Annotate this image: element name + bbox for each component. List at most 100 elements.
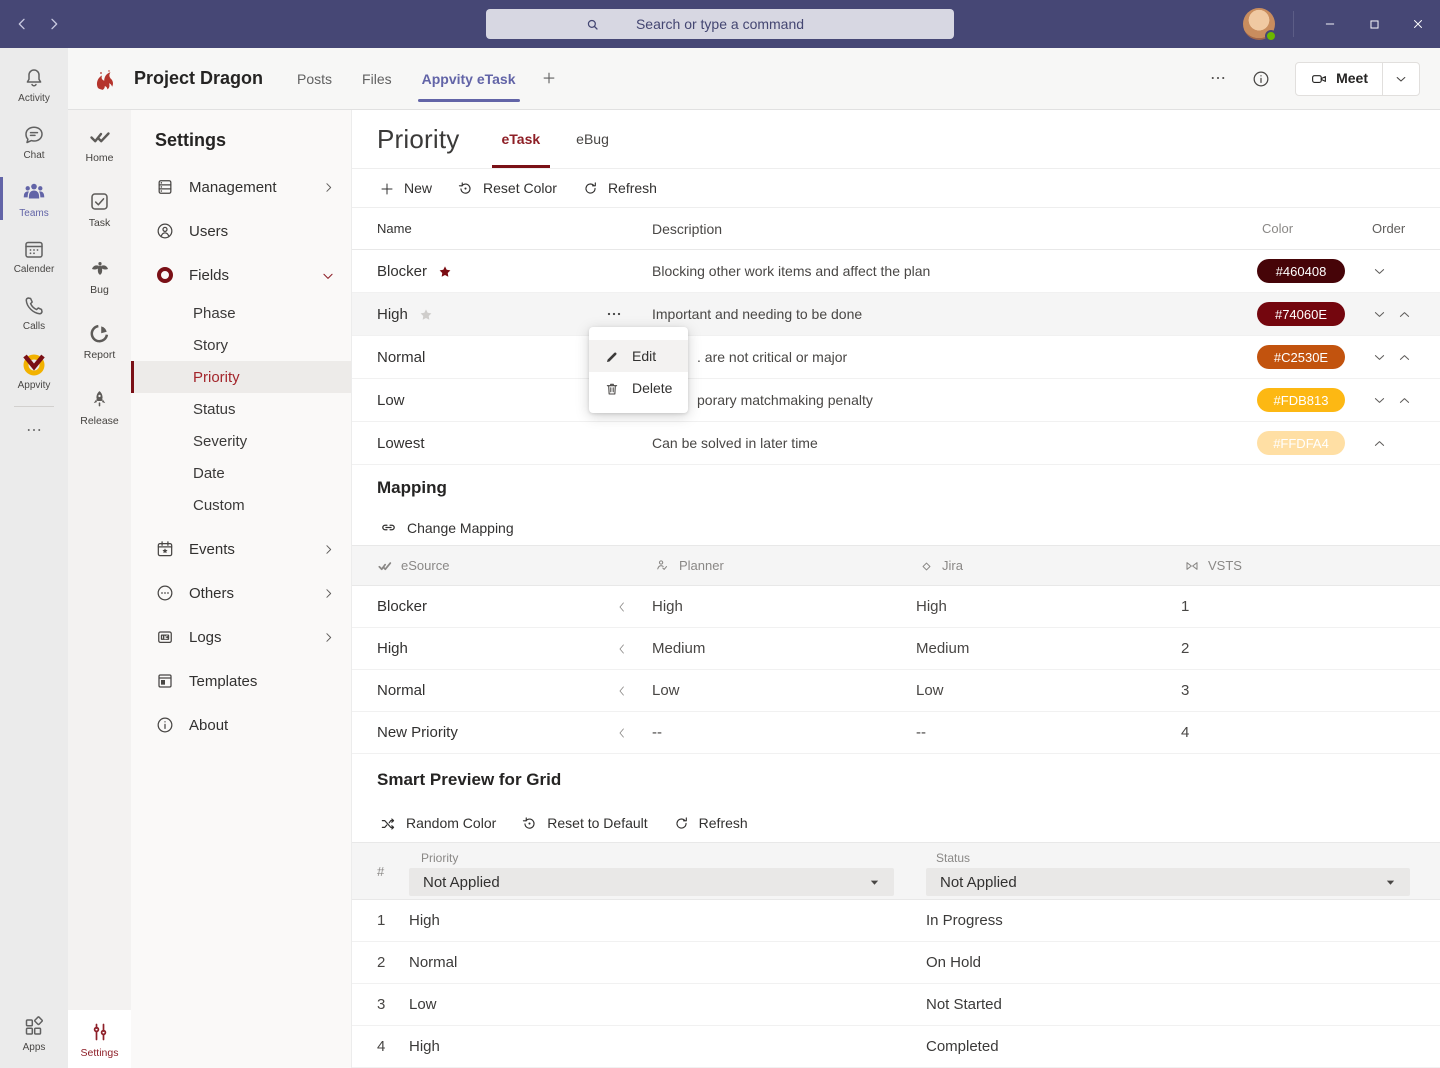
sidebar-item-status[interactable]: Status: [131, 393, 351, 425]
context-edit[interactable]: Edit: [589, 340, 688, 372]
smart-preview-toolbar: Random Color Reset to Default Refresh: [352, 805, 1440, 842]
tab-files[interactable]: Files: [362, 48, 392, 109]
refresh-button[interactable]: Refresh: [582, 179, 657, 197]
reset-icon: [457, 179, 474, 197]
sidebar-item-management[interactable]: Management: [131, 165, 351, 209]
reset-to-default-button[interactable]: Reset to Default: [521, 815, 647, 833]
sidebar-item-events[interactable]: Events: [131, 527, 351, 571]
mapping-row[interactable]: Blocker High High 1: [352, 586, 1440, 628]
priority-row-lowest[interactable]: Lowest Can be solved in later time #FFDF…: [352, 422, 1440, 465]
sidebar-item-logs[interactable]: Logs: [131, 615, 351, 659]
etask-rail-task[interactable]: Task: [68, 190, 131, 256]
rail-teams[interactable]: Teams: [0, 170, 68, 227]
reset-color-button[interactable]: Reset Color: [457, 179, 557, 197]
preview-row: 2 Normal On Hold: [352, 942, 1440, 984]
avatar[interactable]: [1243, 8, 1275, 40]
rail-apps[interactable]: Apps: [0, 1005, 68, 1062]
main-content: Priority eTask eBug New Reset Color Refr…: [351, 110, 1440, 1068]
sidebar-item-story[interactable]: Story: [131, 329, 351, 361]
more-options-icon[interactable]: [1209, 69, 1227, 87]
etask-rail-settings[interactable]: Settings: [68, 1010, 131, 1068]
priority-row-low[interactable]: Low porary matchmaking penalty #FDB813: [352, 379, 1440, 422]
rail-calls[interactable]: Calls: [0, 284, 68, 341]
sidebar-item-date[interactable]: Date: [131, 457, 351, 489]
channel-header: Project Dragon Posts Files Appvity eTask…: [68, 48, 1440, 110]
priority-filter-dropdown[interactable]: Not Applied: [409, 868, 894, 896]
search-icon: [585, 16, 600, 34]
rail-activity[interactable]: Activity: [0, 56, 68, 113]
sidebar-item-phase[interactable]: Phase: [131, 297, 351, 329]
etask-rail-release[interactable]: Release: [68, 388, 131, 454]
sidebar-item-templates[interactable]: Templates: [131, 659, 351, 703]
etask-rail: Home Task Bug Report Release Settings: [68, 110, 131, 1068]
sidebar-item-custom[interactable]: Custom: [131, 489, 351, 521]
move-down-icon[interactable]: [1372, 263, 1387, 280]
rail-chat[interactable]: Chat: [0, 113, 68, 170]
priority-row-normal[interactable]: Normal . are not critical or major #C253…: [352, 336, 1440, 379]
preview-row: 1 High In Progress: [352, 900, 1440, 942]
refresh-button[interactable]: Refresh: [673, 815, 748, 833]
change-mapping-button[interactable]: Change Mapping: [352, 510, 1440, 545]
channel-tabs: Posts Files Appvity eTask: [297, 48, 515, 109]
star-filled-icon[interactable]: [437, 262, 453, 279]
forward-icon[interactable]: [46, 15, 62, 33]
move-up-icon[interactable]: [1397, 349, 1412, 366]
row-more-icon[interactable]: [604, 304, 624, 324]
sidebar-item-fields[interactable]: Fields: [131, 253, 351, 297]
context-delete[interactable]: Delete: [589, 372, 688, 404]
color-pill[interactable]: #C2530E: [1257, 345, 1345, 369]
add-tab-icon[interactable]: [540, 69, 558, 87]
move-down-icon[interactable]: [1372, 306, 1387, 323]
minimize-button[interactable]: [1308, 0, 1352, 48]
etask-rail-report[interactable]: Report: [68, 322, 131, 388]
info-icon[interactable]: [1251, 69, 1271, 89]
etask-rail-home[interactable]: Home: [68, 124, 131, 190]
search-input[interactable]: [486, 9, 954, 39]
meet-dropdown-button[interactable]: [1383, 62, 1419, 96]
chevron-down-icon: [321, 267, 335, 284]
preview-row: 3 Low Not Started: [352, 984, 1440, 1026]
maximize-button[interactable]: [1352, 0, 1396, 48]
calendar-star-icon: [155, 539, 175, 559]
back-icon[interactable]: [14, 15, 30, 33]
sidebar-item-priority[interactable]: Priority: [131, 361, 351, 393]
meet-button[interactable]: Meet: [1295, 62, 1420, 96]
col-color: Color: [1246, 221, 1356, 236]
priority-row-high[interactable]: High Important and needing to be done #7…: [352, 293, 1440, 336]
move-down-icon[interactable]: [1372, 349, 1387, 366]
color-pill[interactable]: #460408: [1257, 259, 1345, 283]
color-pill[interactable]: #FFDFA4: [1257, 431, 1345, 455]
tab-etask[interactable]: eTask: [502, 110, 541, 168]
rail-more-icon[interactable]: [0, 415, 68, 439]
mapping-row[interactable]: New Priority -- -- 4: [352, 712, 1440, 754]
move-down-icon[interactable]: [1372, 392, 1387, 409]
tab-ebug[interactable]: eBug: [576, 110, 609, 168]
plus-icon: [379, 179, 395, 196]
etask-rail-bug[interactable]: Bug: [68, 256, 131, 322]
tab-posts[interactable]: Posts: [297, 48, 332, 109]
status-filter-dropdown[interactable]: Not Applied: [926, 868, 1410, 896]
star-outline-icon[interactable]: [418, 305, 434, 322]
color-pill[interactable]: #74060E: [1257, 302, 1345, 326]
sidebar-item-users[interactable]: Users: [131, 209, 351, 253]
color-pill[interactable]: #FDB813: [1257, 388, 1345, 412]
mapping-row[interactable]: Normal Low Low 3: [352, 670, 1440, 712]
move-up-icon[interactable]: [1397, 306, 1412, 323]
mapping-row[interactable]: High Medium Medium 2: [352, 628, 1440, 670]
close-button[interactable]: [1396, 0, 1440, 48]
teams-rail: Activity Chat Teams Calender Calls Appvi…: [0, 48, 68, 1068]
new-button[interactable]: New: [379, 179, 432, 196]
row-context-menu: Edit Delete: [589, 327, 688, 413]
rail-appvity[interactable]: Appvity: [0, 341, 68, 398]
priority-row-blocker[interactable]: Blocker Blocking other work items and af…: [352, 250, 1440, 293]
move-up-icon[interactable]: [1372, 435, 1387, 452]
sidebar-item-others[interactable]: Others: [131, 571, 351, 615]
tab-appvity-etask[interactable]: Appvity eTask: [422, 48, 516, 109]
sidebar-item-severity[interactable]: Severity: [131, 425, 351, 457]
template-icon: [155, 671, 175, 691]
move-up-icon[interactable]: [1397, 392, 1412, 409]
chevron-right-icon: [322, 541, 335, 558]
sidebar-item-about[interactable]: About: [131, 703, 351, 747]
random-color-button[interactable]: Random Color: [379, 814, 496, 832]
rail-calendar[interactable]: Calender: [0, 227, 68, 284]
